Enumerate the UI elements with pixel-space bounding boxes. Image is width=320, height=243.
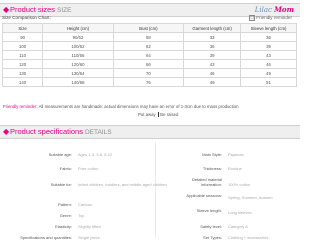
table-cell: 130/64	[42, 68, 114, 78]
spec-value: Long sleeves	[228, 210, 252, 215]
column-divider	[155, 142, 156, 238]
table-cell: 46	[240, 59, 297, 69]
spec-value: Pure cotton	[78, 166, 99, 171]
table-cell: 76	[112, 77, 185, 87]
table-cell: 51	[240, 77, 297, 87]
spec-value: Slightly fitted	[78, 224, 101, 229]
spec-label: Safety level:	[200, 224, 222, 229]
diamond-bullet-icon: ◆	[3, 127, 10, 136]
table-cell: 90	[1, 32, 44, 42]
size-table: Size Height (cm) Bust (cm) Garment lengt…	[1, 23, 297, 87]
sizes-title-en: size	[57, 7, 72, 14]
table-cell: 140	[1, 77, 44, 87]
table-row: 140 140/68 76 49 51	[1, 77, 297, 87]
table-cell: 46	[183, 68, 242, 78]
put-away-text: Put away Be raised	[138, 112, 179, 118]
spec-value: Clothing + accessories	[228, 235, 269, 240]
spec-value: Cartoon	[78, 202, 93, 207]
table-cell: 36	[240, 32, 297, 42]
table-cell: 64	[112, 50, 185, 60]
spec-label: Genre:	[59, 213, 72, 218]
col-header-height: Height (cm)	[42, 23, 114, 33]
spec-label: Pattern:	[57, 202, 72, 207]
spec-label: Main Style:	[202, 152, 222, 157]
spec-label: Applicable seasons:	[186, 193, 222, 198]
friendly-reminder-tag: ☐ Friendly reminder	[249, 15, 292, 21]
spec-label: Fabric:	[59, 166, 72, 171]
spec-value: Routine	[228, 166, 242, 171]
table-cell: 39	[240, 41, 297, 51]
spec-label: Detailed material information:	[191, 177, 222, 187]
col-header-garment-length: Garment length (cm)	[183, 23, 242, 33]
table-cell: 120/60	[42, 59, 114, 69]
table-cell: 120	[1, 59, 44, 69]
sizes-title: Product sizes size	[10, 5, 72, 14]
spec-label: Suitable age:	[48, 152, 72, 157]
table-cell: 100/52	[42, 41, 114, 51]
col-header-size: Size	[1, 23, 44, 33]
table-row: 110 110/56 64 39 43	[1, 50, 297, 60]
table-cell: 140/68	[42, 77, 114, 87]
table-row: 100 100/52 62 36 39	[1, 41, 297, 51]
table-cell: 33	[183, 32, 242, 42]
size-table-header-row: Size Height (cm) Bust (cm) Garment lengt…	[1, 23, 297, 33]
table-cell: 90/52	[42, 32, 114, 42]
table-cell: 36	[183, 41, 242, 51]
table-cell: 43	[183, 59, 242, 69]
text-cursor-icon	[157, 112, 159, 118]
table-cell: 58	[112, 32, 185, 42]
spec-value: Category A	[228, 224, 248, 229]
details-title: Product specifications details	[10, 127, 112, 136]
spec-value: Ages 1-3, 3-6, 6-12	[78, 152, 113, 157]
checkbox-icon: ☐	[249, 15, 256, 21]
table-cell: 100	[1, 41, 44, 51]
table-cell: 70	[112, 68, 185, 78]
table-cell: 62	[112, 41, 185, 51]
spec-label: Suitable for:	[50, 182, 72, 187]
col-header-sleeve-length: Sleeve length (cm)	[240, 23, 297, 33]
spec-value: 100% cotton	[228, 182, 251, 187]
table-row: 90 90/52 58 33 36	[1, 32, 297, 42]
spec-value: Top	[78, 213, 85, 218]
spec-label: Specifications and quantities:	[20, 235, 72, 240]
table-cell: 66	[112, 59, 185, 69]
table-cell: 49	[183, 77, 242, 87]
spec-value: Spring, Summer, Autumn	[228, 195, 273, 200]
table-cell: 43	[240, 50, 297, 60]
col-header-bust: Bust (cm)	[112, 23, 185, 33]
spec-label: Elasticity:	[55, 224, 72, 229]
spec-value: Single piece	[78, 235, 100, 240]
table-cell: 49	[240, 68, 297, 78]
reminder-label: Friendly reminder:	[3, 104, 38, 109]
spec-value: Infant children, toddlers, and middle-ag…	[78, 182, 167, 187]
diamond-bullet-icon: ◆	[3, 5, 10, 14]
table-cell: 110	[1, 50, 44, 60]
reminder-text: All measurements are handmade; actual di…	[38, 104, 239, 109]
table-cell: 110/56	[42, 50, 114, 60]
table-row: 130 130/64 70 46 49	[1, 68, 297, 78]
details-section-header: ◆ Product specifications details	[0, 125, 300, 139]
size-chart-subtitle: Size Comparison Chart:	[2, 15, 51, 20]
spec-value: Pajamas	[228, 152, 244, 157]
spec-label: Thickness:	[202, 166, 222, 171]
spec-label: Set Types:	[203, 235, 222, 240]
table-row: 120 120/60 66 43 46	[1, 59, 297, 69]
details-title-en: details	[84, 129, 112, 136]
table-cell: 39	[183, 50, 242, 60]
measurement-reminder: Friendly reminder: All measurements are …	[3, 104, 239, 109]
spec-label: Sleeve length:	[196, 208, 222, 213]
table-cell: 130	[1, 68, 44, 78]
